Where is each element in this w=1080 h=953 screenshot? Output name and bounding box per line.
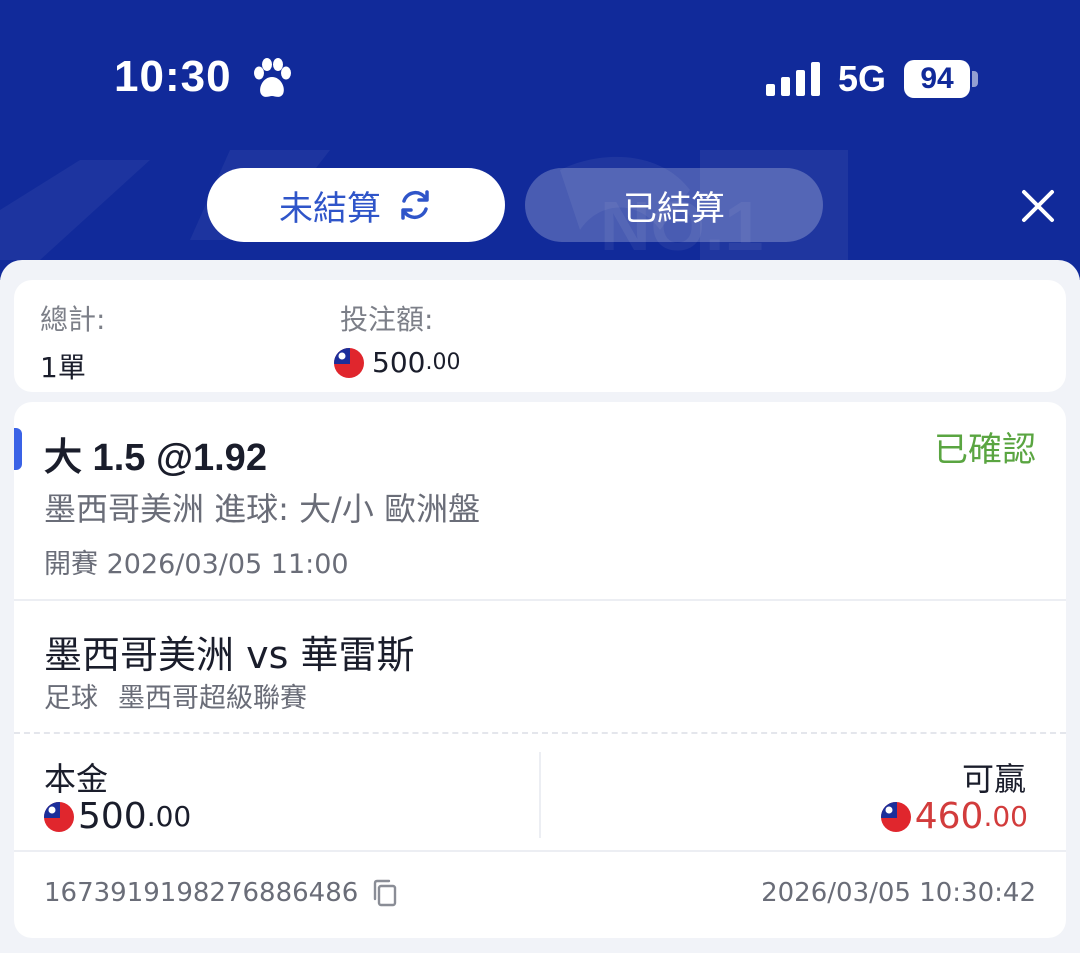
refresh-icon[interactable] [397,187,433,223]
status-time: 10:30 [114,52,232,101]
network-label: 5G [838,58,887,99]
signal-icon [766,62,820,96]
close-icon[interactable] [1018,186,1058,226]
status-badge: 已確認 [934,430,1036,470]
stake-total-label: 投注額: [340,303,434,336]
total-label: 總計: [40,303,106,336]
pick-title: 大 1.5 @1.92 [44,437,267,479]
tab-settled[interactable]: 已結算 [525,168,823,242]
kickoff-line: 開賽 2026/03/05 11:00 [44,542,349,581]
bet-card[interactable]: 大 1.5 @1.92 已確認 墨西哥美洲 進球: 大/小 歐洲盤 開賽 202… [14,402,1066,938]
twd-flag-icon [334,347,364,378]
bet-id: 1673919198276886486 [44,878,398,908]
bet-record-screen: NO.1 10:30 5G 94 未結算 已結算 總計: 1單 投注額: 500… [0,0,1080,953]
tab-settled-label: 已結算 [623,188,725,229]
stake-value: 500.00 [44,796,191,837]
copy-icon[interactable] [372,879,398,907]
placed-time: 2026/03/05 10:30:42 [761,878,1036,908]
stake-total-value: 500.00 [334,346,460,379]
battery-icon: 94 [904,60,970,98]
dashed-divider [14,732,1066,734]
accent-bar [14,428,22,470]
league-label: 墨西哥超級聯賽 [118,683,307,714]
sport-label: 足球 [44,683,98,714]
paw-icon [254,58,291,97]
twd-flag-icon [880,801,911,832]
kickoff-time: 2026/03/05 11:00 [106,549,349,580]
win-int: 460 [914,796,984,837]
stake-dec: .00 [146,800,192,833]
battery-tip [972,71,978,87]
stake-label: 本金 [44,760,109,798]
divider [14,850,1066,852]
header: NO.1 10:30 5G 94 未結算 已結算 [0,0,1080,280]
kickoff-label: 開賽 [44,549,98,580]
battery-level: 94 [920,62,954,95]
match-title: 墨西哥美洲 vs 華雷斯 [44,633,415,677]
bet-id-value: 1673919198276886486 [44,878,359,908]
bet-list-sheet: 總計: 1單 投注額: 500.00 大 1.5 @1.92 已確認 墨西哥美洲 [0,260,1080,953]
win-label: 可贏 [961,760,1026,798]
win-value: 460.00 [880,796,1028,837]
stake-total-dec: .00 [425,350,461,375]
stake-int: 500 [78,796,147,837]
tab-unsettled[interactable]: 未結算 [207,168,505,242]
twd-flag-icon [44,801,74,832]
summary-card: 總計: 1單 投注額: 500.00 [14,280,1066,392]
stake-total-int: 500 [372,346,426,379]
vertical-divider [539,752,541,838]
market-line: 墨西哥美洲 進球: 大/小 歐洲盤 [44,490,481,528]
tab-unsettled-label: 未結算 [279,188,381,229]
league-line: 足球 墨西哥超級聯賽 [44,676,307,715]
total-value: 1單 [40,351,86,384]
win-dec: .00 [983,800,1028,833]
divider [14,599,1066,601]
